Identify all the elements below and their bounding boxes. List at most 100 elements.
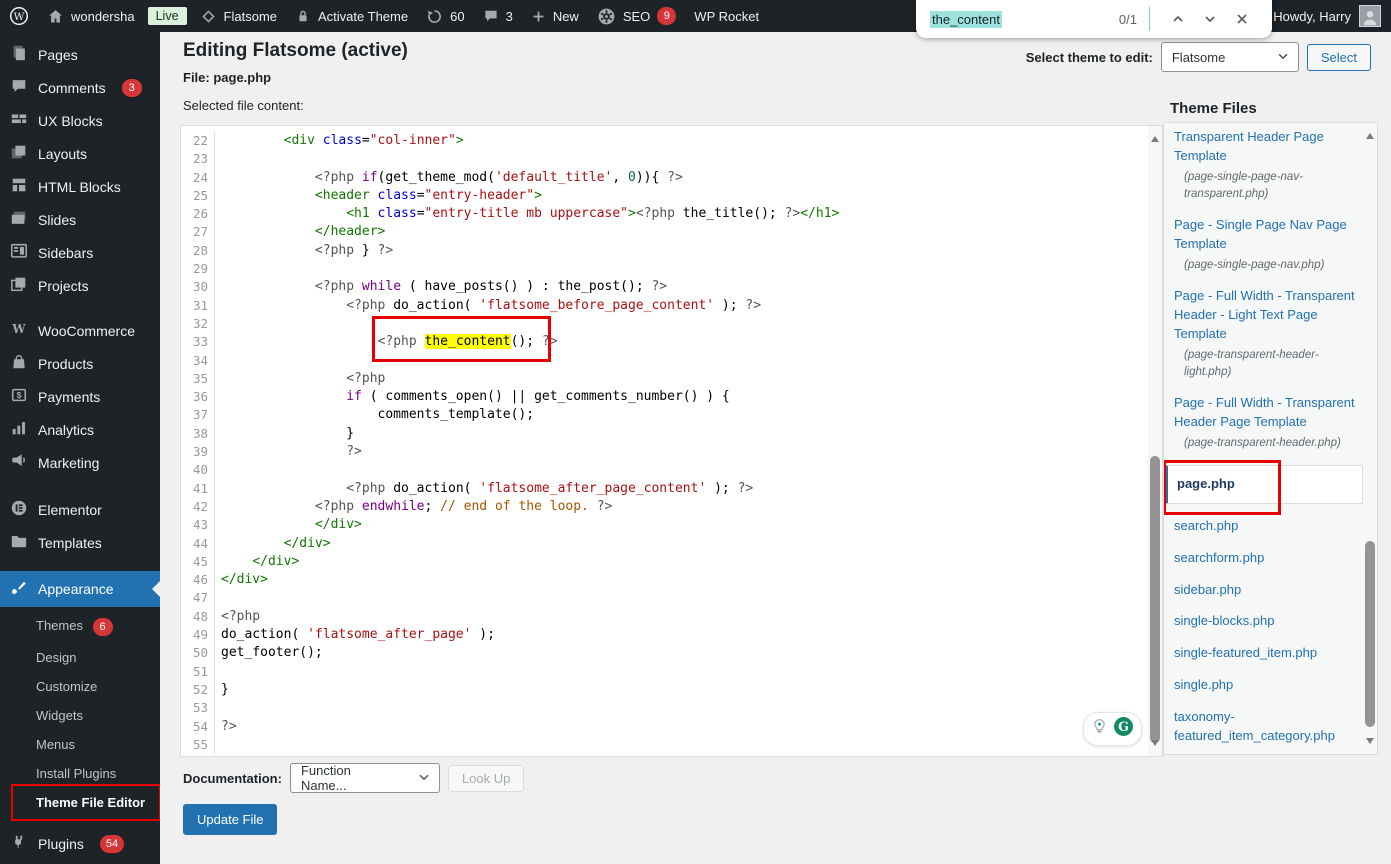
- theme-file-item[interactable]: Page - Single Page Nav Page Template(pag…: [1174, 216, 1357, 274]
- sidebar-item-pages[interactable]: Pages: [0, 38, 160, 71]
- site-name: wondersha: [71, 9, 135, 24]
- scroll-thumb[interactable]: [1150, 456, 1160, 743]
- sidebar-item-label: Comments: [38, 80, 106, 96]
- theme-files-scrollbar[interactable]: [1363, 123, 1377, 754]
- sidebar-item-templates[interactable]: Templates: [0, 526, 160, 559]
- sidebar-item-plugins[interactable]: Plugins 54: [0, 827, 160, 860]
- theme-file-item[interactable]: Transparent Header Page Template(page-si…: [1174, 128, 1357, 203]
- seo-menu[interactable]: SEO 9: [588, 0, 685, 32]
- line-number: 34: [181, 352, 215, 370]
- submenu-item-menus[interactable]: Menus: [0, 730, 160, 759]
- scroll-thumb[interactable]: [1365, 541, 1375, 727]
- line-number: 31: [181, 297, 215, 315]
- submenu-item-customize[interactable]: Customize: [0, 672, 160, 701]
- sidebar-item-slides[interactable]: Slides: [0, 203, 160, 236]
- line-number: 46: [181, 571, 215, 589]
- code-line: 22 <div class="col-inner">: [181, 132, 1148, 150]
- sidebar-item-payments[interactable]: $ Payments: [0, 380, 160, 413]
- theme-file-item[interactable]: Page - Full Width - Transparent Header P…: [1174, 394, 1357, 452]
- sidebar-item-ux-blocks[interactable]: UX Blocks: [0, 104, 160, 137]
- sidebar-item-layouts[interactable]: Layouts: [0, 137, 160, 170]
- theme-file-item[interactable]: searchform.php: [1174, 549, 1357, 568]
- folder-icon: [10, 532, 28, 553]
- lookup-button[interactable]: Look Up: [448, 765, 524, 792]
- theme-file-item[interactable]: Page - Full Width - Transparent Header -…: [1174, 287, 1357, 381]
- scroll-down-arrow[interactable]: [1151, 740, 1159, 750]
- theme-select[interactable]: Flatsome: [1161, 42, 1299, 72]
- sidebar-item-users[interactable]: [0, 860, 160, 864]
- scroll-up-arrow[interactable]: [1366, 129, 1374, 139]
- howdy-label[interactable]: Howdy, Harry: [1273, 9, 1351, 24]
- code-line: 34: [181, 352, 1148, 370]
- find-close-button[interactable]: [1226, 9, 1258, 29]
- scroll-down-arrow[interactable]: [1366, 738, 1374, 748]
- find-query-input[interactable]: the_content: [930, 11, 1002, 28]
- theme-file-label: sidebar.php: [1174, 582, 1241, 597]
- new-menu[interactable]: New: [522, 0, 588, 32]
- theme-file-description: (page-single-page-nav-transparent.php): [1174, 169, 1357, 204]
- line-number: 44: [181, 535, 215, 553]
- find-next-button[interactable]: [1194, 9, 1226, 29]
- scroll-up-arrow[interactable]: [1151, 132, 1159, 142]
- submenu-item-theme-file-editor[interactable]: Theme File Editor: [0, 788, 160, 817]
- sidebar-item-projects[interactable]: Projects: [0, 269, 160, 302]
- update-file-button[interactable]: Update File: [183, 804, 277, 835]
- sidebar-item-products[interactable]: Products: [0, 347, 160, 380]
- sidebar-item-marketing[interactable]: Marketing: [0, 446, 160, 479]
- code-line: 46</div>: [181, 571, 1148, 589]
- theme-select-label: Select theme to edit:: [1026, 50, 1153, 65]
- sidebar-item-sidebars[interactable]: Sidebars: [0, 236, 160, 269]
- theme-file-item[interactable]: page.php: [1164, 465, 1363, 504]
- line-number: 28: [181, 242, 215, 260]
- updates-menu[interactable]: 60: [417, 0, 473, 32]
- documentation-select[interactable]: Function Name...: [290, 763, 440, 793]
- sidebar-item-html-blocks[interactable]: HTML Blocks: [0, 170, 160, 203]
- theme-file-item[interactable]: sidebar.php: [1174, 581, 1357, 600]
- comments-menu[interactable]: 3: [474, 0, 522, 32]
- sidebar-item-analytics[interactable]: Analytics: [0, 413, 160, 446]
- sidebar-item-comments[interactable]: Comments 3: [0, 71, 160, 104]
- submenu-item-widgets[interactable]: Widgets: [0, 701, 160, 730]
- line-number: 48: [181, 608, 215, 626]
- wp-rocket-menu[interactable]: WP Rocket: [685, 0, 768, 32]
- code-scrollbar[interactable]: [1148, 126, 1162, 756]
- select-theme-button[interactable]: Select: [1307, 44, 1371, 71]
- bag-icon: [10, 353, 28, 374]
- find-previous-button[interactable]: [1162, 9, 1194, 29]
- find-bar[interactable]: the_content 0/1: [916, 0, 1272, 38]
- sidebar-item-label: HTML Blocks: [38, 179, 121, 195]
- avatar[interactable]: [1359, 5, 1381, 27]
- site-name-menu[interactable]: wondersha: [38, 0, 144, 32]
- sidebar-item-woocommerce[interactable]: W WooCommerce: [0, 314, 160, 347]
- slides-icon: [10, 209, 28, 230]
- line-number: 53: [181, 699, 215, 717]
- wp-rocket-label: WP Rocket: [694, 9, 759, 24]
- submenu-item-themes[interactable]: Themes 6: [0, 611, 160, 643]
- submenu-item-install-plugins[interactable]: Install Plugins: [0, 759, 160, 788]
- theme-file-item[interactable]: search.php: [1174, 517, 1357, 536]
- sidebar-item-label: Projects: [38, 278, 89, 294]
- grammarly-icon: G: [1113, 716, 1134, 742]
- sidebar-item-label: Pages: [38, 47, 78, 63]
- elementor-icon: [10, 499, 28, 520]
- flatsome-menu[interactable]: Flatsome: [191, 0, 286, 32]
- sidebar-item-elementor[interactable]: Elementor: [0, 493, 160, 526]
- theme-file-item[interactable]: taxonomy-featured_item_category.php: [1174, 708, 1357, 746]
- sidebar-item-appearance[interactable]: Appearance: [0, 571, 160, 607]
- grammarly-widget[interactable]: G: [1083, 712, 1142, 746]
- sidebar-item-label: Marketing: [38, 455, 99, 471]
- sidebar-item-label: Slides: [38, 212, 76, 228]
- sidebars-icon: [10, 242, 28, 263]
- sidebar-item-label: Templates: [38, 535, 102, 551]
- activate-theme-menu[interactable]: Activate Theme: [286, 0, 417, 32]
- code-area[interactable]: 22 <div class="col-inner">23 24 <?php if…: [181, 126, 1148, 756]
- theme-file-item[interactable]: single-featured_item.php: [1174, 644, 1357, 663]
- code-line: 52}: [181, 681, 1148, 699]
- code-line: 32: [181, 315, 1148, 333]
- theme-file-item[interactable]: single.php: [1174, 676, 1357, 695]
- submenu-item-design[interactable]: Design: [0, 643, 160, 672]
- line-number: 41: [181, 480, 215, 498]
- code-editor[interactable]: 22 <div class="col-inner">23 24 <?php if…: [180, 125, 1163, 757]
- wordpress-logo-menu[interactable]: W: [0, 0, 38, 32]
- theme-file-item[interactable]: single-blocks.php: [1174, 612, 1357, 631]
